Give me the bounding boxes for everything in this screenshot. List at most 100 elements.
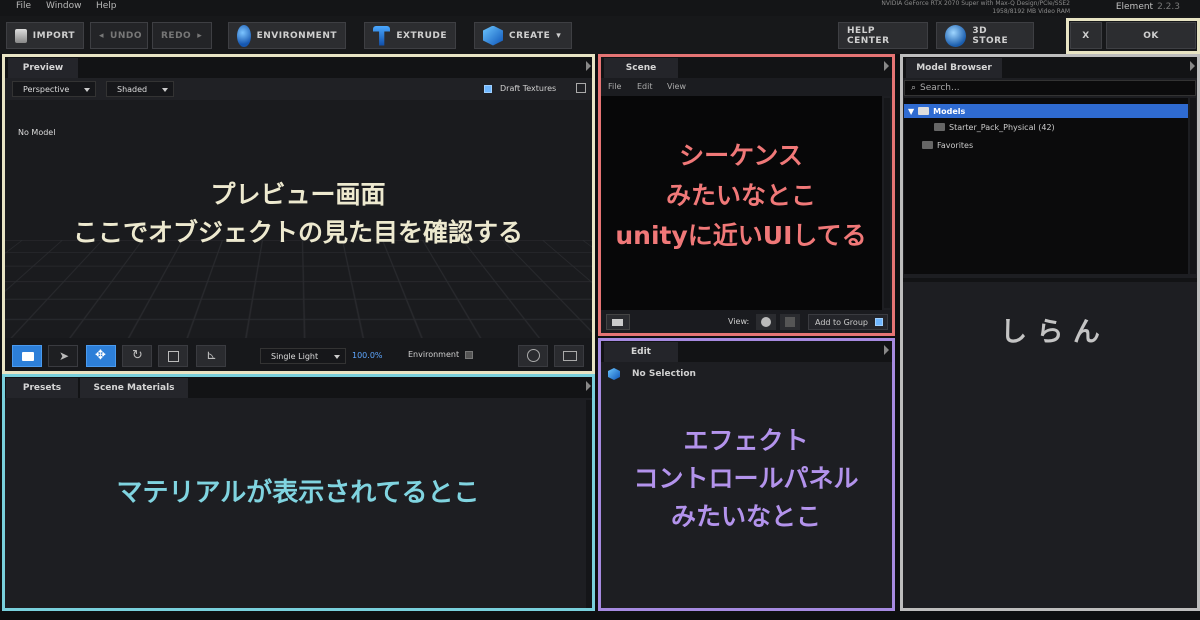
tab-model-browser[interactable]: Model Browser — [906, 58, 1002, 78]
app-name: Element — [1115, 2, 1154, 12]
view-label: View: — [728, 317, 750, 326]
panel-menu-arrow-icon[interactable] — [586, 61, 591, 71]
monitor-icon — [563, 351, 577, 361]
light-dropdown[interactable]: Single Light — [260, 348, 346, 364]
version-number: 2.2.3 — [1157, 2, 1180, 12]
preview-bottom-toolbar: ➤ ✥ ↻ ⊾ Single Light 100.0% Environment — [2, 338, 594, 374]
draft-textures-toggle[interactable]: Draft Textures — [484, 84, 556, 93]
chevron-right-icon: ▸ — [197, 30, 203, 41]
help-center-label: HELP CENTER — [847, 25, 890, 46]
move-tool-button[interactable]: ✥ — [86, 345, 116, 367]
import-button[interactable]: IMPORT — [6, 22, 84, 49]
new-folder-button[interactable] — [606, 314, 630, 330]
tab-scene[interactable]: Scene — [604, 58, 678, 78]
cube-icon — [608, 368, 620, 380]
chevron-left-icon: ◂ — [99, 30, 105, 41]
light-value: Single Light — [271, 351, 319, 361]
scene-menu-file[interactable]: File — [608, 82, 621, 91]
scene-hierarchy[interactable]: シーケンス みたいなとこ unityに近いUIしてる — [600, 96, 882, 310]
panel-menu-arrow-icon[interactable] — [1190, 61, 1195, 71]
menu-help[interactable]: Help — [96, 1, 117, 11]
menu-window[interactable]: Window — [46, 1, 82, 11]
tree-item-models[interactable]: ▼ Models — [904, 104, 1188, 118]
camera-dropdown[interactable]: Perspective — [12, 81, 96, 97]
selection-info: No Selection — [608, 368, 696, 380]
scene-annotation: シーケンス みたいなとこ unityに近いUIしてる — [600, 136, 882, 256]
crosshair-icon — [527, 349, 540, 362]
model-browser-panel: Model Browser ⌕ Search... ▼ Models Start… — [902, 56, 1198, 610]
checkbox-icon — [465, 350, 474, 359]
checker-icon — [785, 317, 795, 327]
ok-button[interactable]: OK — [1106, 22, 1196, 49]
panel-menu-arrow-icon[interactable] — [884, 61, 889, 71]
ok-label: OK — [1143, 30, 1159, 41]
floor-grid — [2, 240, 594, 338]
panel-menu-arrow-icon[interactable] — [884, 345, 889, 355]
materials-panel: Presets Scene Materials マテリアルが表示されてるとこ — [2, 376, 594, 610]
menu-file[interactable]: File — [16, 1, 31, 11]
close-button[interactable]: X — [1070, 22, 1102, 49]
screen-button[interactable] — [554, 345, 584, 367]
move-arrows-icon: ✥ — [95, 348, 106, 363]
rotate-tool-button[interactable]: ↻ — [122, 345, 152, 367]
expand-triangle-icon: ▼ — [908, 106, 915, 116]
preview-panel: Preview Perspective Shaded Draft Texture… — [2, 56, 594, 374]
axis-icon: ⊾ — [206, 348, 217, 363]
scale-tool-button[interactable] — [158, 345, 188, 367]
redo-label: REDO — [161, 30, 192, 41]
import-icon — [15, 28, 27, 43]
target-button[interactable] — [518, 345, 548, 367]
tree-item-favorites[interactable]: Favorites — [904, 138, 1188, 152]
edit-tabbar: Edit — [600, 340, 892, 362]
video-camera-icon — [22, 352, 34, 361]
extrude-button[interactable]: EXTRUDE — [364, 22, 456, 49]
scene-annotation-line3: unityに近いUIしてる — [615, 221, 867, 250]
tab-scene-materials[interactable]: Scene Materials — [80, 378, 188, 398]
help-center-button[interactable]: HELP CENTER — [838, 22, 928, 49]
create-label: CREATE — [509, 30, 551, 41]
tree-item-starter-pack[interactable]: Starter_Pack_Physical (42) — [904, 120, 1188, 134]
scene-annotation-line1: シーケンス — [679, 141, 803, 170]
undo-button[interactable]: ◂ UNDO — [90, 22, 148, 49]
import-label: IMPORT — [32, 30, 75, 41]
scene-menu-view[interactable]: View — [667, 82, 686, 91]
preview-tabbar: Preview — [2, 56, 594, 78]
browser-scrollbar[interactable] — [1190, 98, 1196, 274]
environment-toggle[interactable]: Environment — [408, 350, 474, 359]
tab-presets[interactable]: Presets — [6, 378, 78, 398]
preview-viewport[interactable]: No Model プレビュー画面 ここでオブジェクトの見た目を確認する — [2, 100, 594, 338]
materials-tabbar: Presets Scene Materials — [2, 376, 594, 398]
axis-tool-button[interactable]: ⊾ — [196, 345, 226, 367]
scene-tabbar: Scene — [600, 56, 892, 78]
no-model-label: No Model — [18, 128, 56, 137]
environment-button[interactable]: ENVIRONMENT — [228, 22, 346, 49]
edit-annotation-line3: みたいなとこ — [670, 502, 821, 531]
scene-scrollbar[interactable] — [884, 98, 890, 308]
folder-icon — [934, 123, 945, 131]
undo-label: UNDO — [110, 30, 142, 41]
camera-tool-button[interactable] — [12, 345, 42, 367]
materials-annotation: マテリアルが表示されてるとこ — [116, 478, 480, 508]
cube-icon — [483, 25, 503, 46]
panel-menu-arrow-icon[interactable] — [586, 381, 591, 391]
view-checker-button[interactable] — [780, 314, 800, 330]
tab-preview[interactable]: Preview — [8, 58, 78, 78]
environment-toggle-label: Environment — [408, 350, 460, 359]
add-to-group-toggle[interactable]: Add to Group — [808, 314, 888, 330]
zoom-value[interactable]: 100.0% — [352, 351, 383, 360]
search-input[interactable]: ⌕ Search... — [904, 80, 1196, 96]
shading-dropdown[interactable]: Shaded — [106, 81, 174, 97]
panel-splitter[interactable] — [902, 278, 1198, 282]
scene-menu-edit[interactable]: Edit — [637, 82, 653, 91]
select-tool-button[interactable]: ➤ — [48, 345, 78, 367]
camera-value: Perspective — [23, 84, 70, 94]
sphere-icon — [761, 317, 771, 327]
create-button[interactable]: CREATE ▾ — [474, 22, 572, 49]
view-sphere-button[interactable] — [756, 314, 776, 330]
tab-edit[interactable]: Edit — [604, 342, 678, 362]
preview-toolbar: Perspective Shaded Draft Textures — [2, 78, 594, 100]
redo-button[interactable]: REDO ▸ — [152, 22, 212, 49]
expand-icon[interactable] — [576, 83, 586, 93]
store-button[interactable]: 3D STORE — [936, 22, 1034, 49]
draft-textures-label: Draft Textures — [500, 84, 557, 93]
